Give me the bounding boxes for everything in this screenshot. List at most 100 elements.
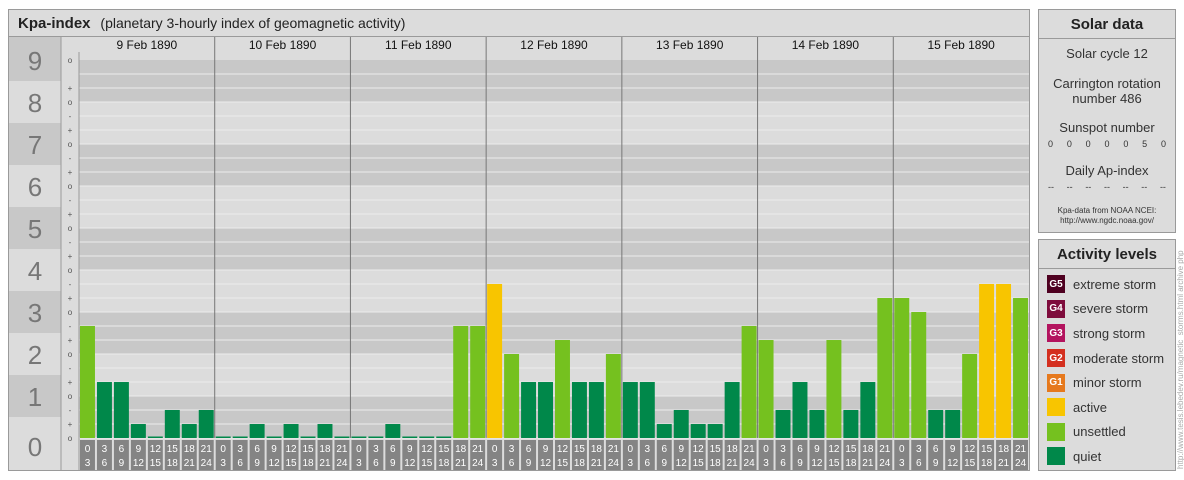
kp-bar [843, 409, 859, 438]
interval-end-label: 12 [404, 458, 416, 469]
interval-start-label: 9 [814, 444, 820, 455]
interval-end-label: 24 [336, 458, 348, 469]
interval-start-label: 18 [727, 444, 739, 455]
interval-end-label: 6 [509, 458, 515, 469]
y-minor-tick: + [68, 378, 73, 387]
interval-end-label: 24 [608, 458, 620, 469]
interval-start-label: 0 [763, 444, 769, 455]
interval-end-label: 3 [763, 458, 769, 469]
interval-start-label: 3 [373, 444, 379, 455]
kp-bar [894, 298, 910, 438]
kp-band [79, 228, 1029, 270]
legend-swatch [1047, 422, 1065, 441]
interval-start-label: 12 [557, 444, 569, 455]
kp-bar [826, 340, 842, 438]
kp-bar [996, 283, 1012, 438]
kp-bar [877, 298, 893, 438]
interval-start-label: 9 [136, 444, 142, 455]
solar-data-title: Solar data [1039, 10, 1175, 39]
legend-label: unsettled [1073, 424, 1126, 440]
interval-start-label: 15 [710, 444, 722, 455]
watermark-url: http://www.tesis.lebedev.ru/magnetic_sto… [1176, 250, 1184, 469]
y-minor-tick: + [68, 252, 73, 261]
ap-value: -- [1048, 182, 1054, 192]
interval-start-label: 6 [661, 444, 667, 455]
legend-label: moderate storm [1073, 350, 1165, 366]
y-tick-label: 9 [28, 46, 42, 76]
ap-value: -- [1122, 182, 1129, 192]
interval-end-label: 12 [676, 458, 688, 469]
y-minor-tick: - [69, 112, 72, 121]
interval-end-label: 15 [964, 458, 976, 469]
interval-start-label: 12 [421, 444, 433, 455]
kp-bar [300, 436, 316, 438]
kp-band [79, 144, 1029, 186]
interval-start-label: 21 [879, 444, 891, 455]
interval-start-label: 9 [407, 444, 413, 455]
interval-end-label: 3 [85, 458, 91, 469]
interval-end-label: 3 [899, 458, 905, 469]
solar-data-panel: Solar data Solar cycle 12 Carrington rot… [1038, 9, 1176, 233]
activity-levels-panel: Activity levels G5 extreme storm G4 seve… [1038, 239, 1176, 471]
y-tick-label: 0 [28, 432, 42, 462]
day-label: 9 Feb 1890 [116, 38, 177, 52]
sunspot-value: 0 [1085, 139, 1091, 149]
kp-bar [741, 325, 757, 438]
kp-bar [860, 382, 876, 438]
kp-bar [181, 424, 197, 438]
day-label: 12 Feb 1890 [520, 38, 588, 52]
legend-label: quiet [1073, 448, 1102, 464]
y-minor-tick: o [68, 182, 73, 191]
interval-end-label: 15 [693, 458, 705, 469]
y-minor-tick: - [69, 280, 72, 289]
kp-bar [470, 325, 486, 438]
interval-start-label: 0 [356, 444, 362, 455]
y-minor-tick: + [68, 294, 73, 303]
day-label: 11 Feb 1890 [385, 38, 452, 52]
y-minor-tick: o [68, 140, 73, 149]
data-credit: Kpa-data from NOAA NCEI: http://www.ngdc… [1039, 206, 1175, 226]
interval-start-label: 15 [438, 444, 450, 455]
kp-bar [724, 382, 740, 438]
sunspot-label: Sunspot number [1059, 120, 1155, 135]
kp-bar [690, 424, 706, 438]
carrington-rotation-label: Carrington rotation [1053, 76, 1161, 91]
interval-end-label: 18 [981, 458, 993, 469]
interval-start-label: 3 [780, 444, 786, 455]
y-tick-label: 3 [28, 298, 42, 328]
interval-start-label: 6 [119, 444, 125, 455]
sunspot-value: 0 [1123, 139, 1129, 149]
legend-item-g2: G2 moderate storm [1039, 346, 1175, 371]
ap-value: -- [1085, 182, 1092, 192]
kp-bar [555, 340, 570, 438]
interval-start-label: 18 [998, 444, 1010, 455]
interval-end-label: 12 [811, 458, 823, 469]
interval-end-label: 3 [628, 458, 634, 469]
y-minor-tick: o [68, 224, 73, 233]
y-minor-tick: o [68, 266, 73, 275]
y-minor-tick: + [68, 126, 73, 135]
interval-end-label: 21 [319, 458, 331, 469]
legend-item-active: active [1039, 395, 1175, 420]
y-tick-label: 4 [28, 256, 42, 286]
interval-start-label: 12 [693, 444, 705, 455]
interval-end-label: 12 [947, 458, 959, 469]
chart-subtitle: (planetary 3-hourly index of geomagnetic… [100, 15, 406, 31]
y-minor-tick: o [68, 98, 73, 107]
kp-bar [911, 312, 927, 438]
y-minor-tick: o [68, 392, 73, 401]
legend-item-g1: G1 minor storm [1039, 370, 1175, 395]
legend-swatch: G3 [1047, 324, 1065, 343]
interval-end-label: 21 [184, 458, 196, 469]
sunspot-value: 0 [1048, 139, 1054, 149]
interval-start-label: 15 [845, 444, 857, 455]
interval-end-label: 15 [285, 458, 297, 469]
interval-end-label: 18 [574, 458, 586, 469]
y-minor-tick: - [69, 364, 72, 373]
interval-end-label: 12 [540, 458, 552, 469]
legend-label: severe storm [1073, 301, 1149, 317]
interval-start-label: 9 [271, 444, 277, 455]
legend-swatch [1047, 447, 1065, 466]
interval-end-label: 18 [438, 458, 450, 469]
y-minor-tick: - [69, 406, 72, 415]
